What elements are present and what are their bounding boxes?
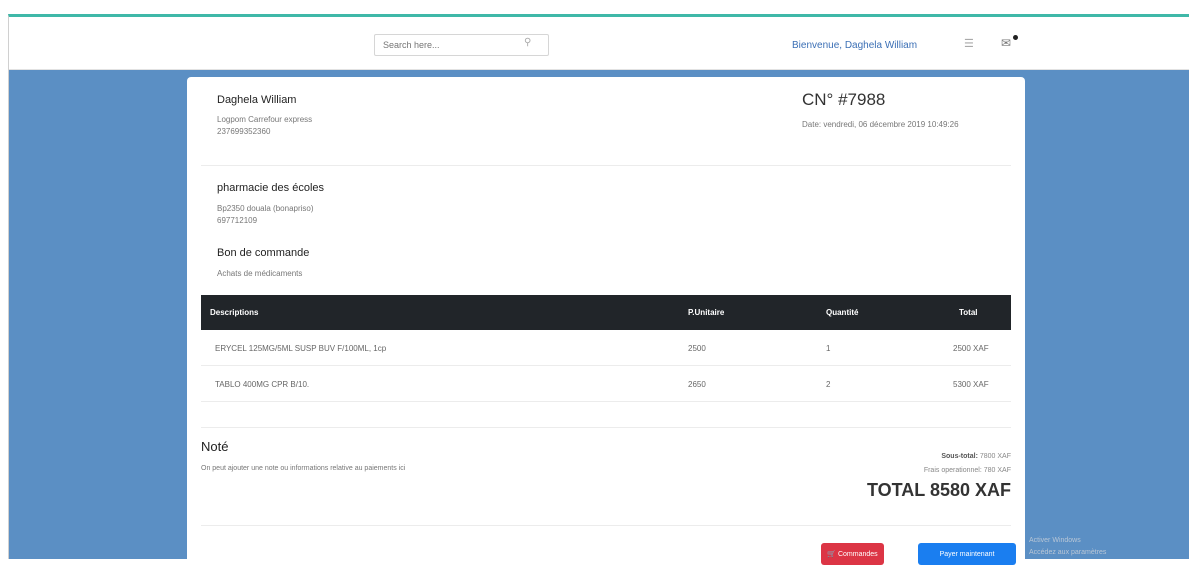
note-text: On peut ajouter une note ou informations… (201, 465, 406, 472)
list-icon[interactable]: ☰ (964, 37, 974, 50)
note-title: Noté (201, 439, 229, 454)
welcome-user-link[interactable]: Bienvenue, Daghela William (792, 40, 917, 51)
mail-icon[interactable]: ✉ (1001, 36, 1011, 50)
header-unit-price: P.Unitaire (688, 308, 725, 317)
cell-unit-price: 2650 (688, 380, 706, 389)
subtotal-label: Sous-total: (941, 453, 978, 460)
notification-dot (1013, 35, 1018, 40)
table-row: ERYCEL 125MG/5ML SUSP BUV F/100ML, 1cp 2… (201, 330, 1011, 366)
items-table: Descriptions P.Unitaire Quantité Total E… (201, 295, 1011, 402)
cell-unit-price: 2500 (688, 344, 706, 353)
search-input[interactable] (374, 34, 549, 56)
table-row: TABLO 400MG CPR B/10. 2650 2 5300 XAF (201, 366, 1011, 402)
cell-total: 2500 XAF (953, 344, 989, 353)
recipient-address: Bp2350 douala (bonapriso) (217, 204, 314, 213)
sender-address: Logpom Carrefour express (217, 115, 313, 124)
cell-description: ERYCEL 125MG/5ML SUSP BUV F/100ML, 1cp (215, 344, 387, 353)
orders-button-label: Commandes (837, 551, 878, 558)
fees-line: Frais operationnel: 780 XAF (923, 467, 1011, 474)
cart-icon: 🛒 (827, 551, 837, 558)
cell-quantity: 2 (826, 380, 831, 389)
order-title: Bon de commande (217, 247, 310, 259)
subtotal-value: 7800 XAF (979, 453, 1011, 460)
recipient-phone: 697712109 (217, 216, 258, 225)
sender-name: Daghela William (217, 94, 297, 106)
cell-quantity: 1 (826, 344, 831, 353)
sender-phone: 237699352360 (217, 127, 271, 136)
divider (201, 165, 1011, 166)
orders-button[interactable]: 🛒 Commandes (821, 543, 884, 565)
search-icon[interactable]: ⚲ (524, 37, 531, 48)
top-navbar: ⚲ Bienvenue, Daghela William ☰ ✉ (9, 17, 1189, 70)
cell-description: TABLO 400MG CPR B/10. (215, 380, 310, 389)
header-quantity: Quantité (826, 308, 859, 317)
order-subtitle: Achats de médicaments (217, 269, 303, 278)
grand-total: TOTAL 8580 XAF (866, 480, 1011, 500)
watermark-line-2: Accédez aux paramètres (1029, 549, 1107, 556)
recipient-name: pharmacie des écoles (217, 182, 325, 194)
divider (201, 427, 1011, 428)
invoice-date: Date: vendredi, 06 décembre 2019 10:49:2… (802, 120, 959, 129)
invoice-card: Daghela William Logpom Carrefour express… (187, 77, 1025, 567)
app-frame: ⚲ Bienvenue, Daghela William ☰ ✉ Daghela… (8, 14, 1189, 567)
cell-total: 5300 XAF (953, 380, 989, 389)
header-description: Descriptions (210, 308, 259, 317)
watermark-line-1: Activer Windows (1029, 537, 1081, 544)
pay-now-button[interactable]: Payer maintenant (918, 543, 1016, 565)
table-header: Descriptions P.Unitaire Quantité Total (201, 295, 1011, 330)
header-total: Total (959, 308, 978, 317)
subtotal-line: Sous-total: 7800 XAF (941, 453, 1011, 460)
invoice-number: CN° #7988 (802, 90, 886, 109)
divider (201, 525, 1011, 526)
